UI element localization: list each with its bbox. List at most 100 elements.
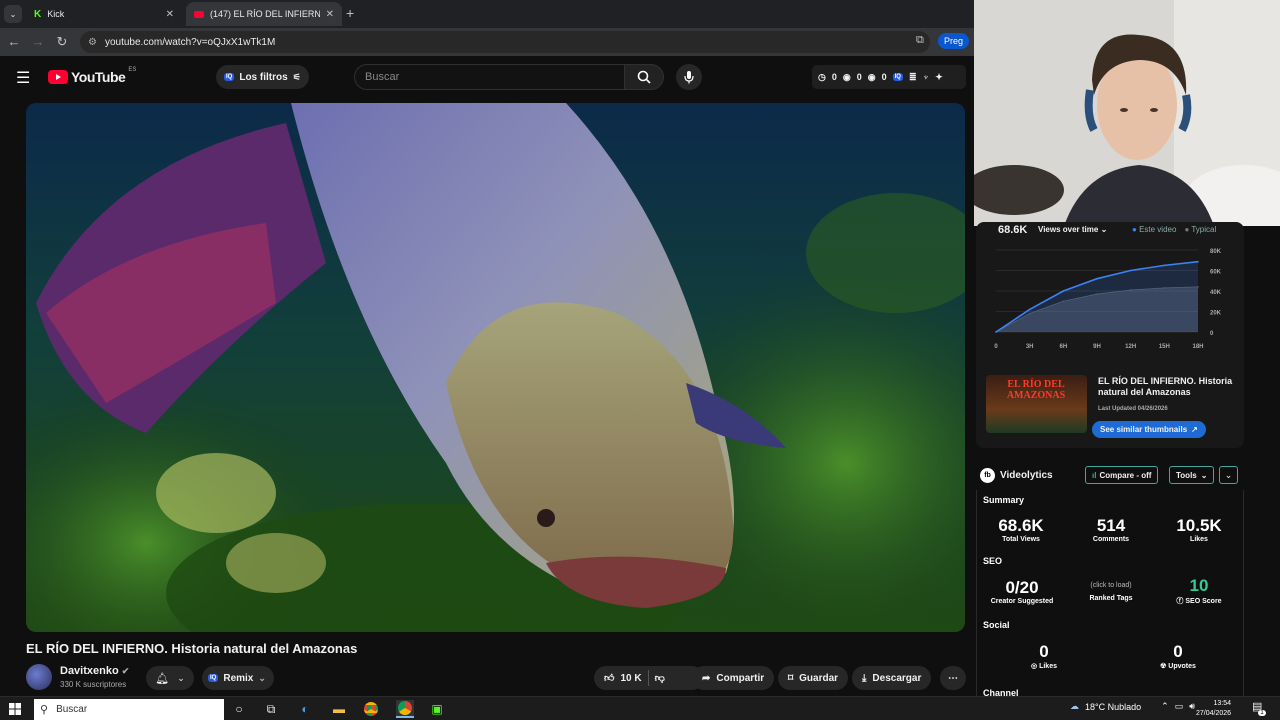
summary-stat: 10.5K Likes (1155, 516, 1243, 543)
series-area (996, 261, 1198, 332)
like-dislike-group: 👍︎ 10 K 👎︎ (594, 666, 704, 690)
list-icon[interactable]: ≣ (909, 72, 917, 83)
search-icon (637, 70, 651, 84)
network-icon[interactable]: ▭ (1175, 701, 1184, 712)
social-title: Social (983, 620, 1010, 630)
install-app-icon[interactable]: ⧉ (916, 34, 924, 47)
share-label: Compartir (716, 672, 765, 684)
channel-actions-row: Davitxenko ✔ 330 K suscriptores 🔔︎ ⌄ IQ R… (26, 662, 966, 692)
logo-text: YouTube (71, 69, 126, 85)
chrome-icon[interactable] (362, 700, 380, 718)
tab-label: (147) EL RÍO DEL INFIERNO. Hi (210, 9, 320, 19)
legend-typical: ● Typical (1184, 225, 1217, 234)
notification-count: 1 (1258, 710, 1266, 716)
counter-value: 0 (856, 72, 862, 82)
tab-list-chevron-icon[interactable]: ⌄ (4, 5, 22, 23)
tab-youtube[interactable]: (147) EL RÍO DEL INFIERNO. Hi ✕ (186, 2, 342, 26)
remix-label: Remix (223, 672, 254, 684)
edge-icon[interactable]: ◐ (296, 700, 314, 718)
url-bar[interactable]: ⚙ youtube.com/watch?v=oQJxX1wTk1M (80, 31, 930, 53)
taskbar-search-input[interactable]: ⚲ Buscar (34, 699, 224, 720)
new-tab-button[interactable]: + (346, 5, 354, 21)
thumbs-up-icon[interactable]: 👍︎ (604, 672, 614, 684)
voice-search-button[interactable] (676, 64, 702, 90)
similar-thumbnails-button[interactable]: See similar thumbnails ↗ (1092, 421, 1206, 438)
system-tray: ☁ 18°C Nublado ⌃ ▭ 🔊︎ (1070, 701, 1195, 712)
webcam-overlay (974, 0, 1280, 226)
cortana-icon[interactable]: ○ (230, 700, 248, 718)
windows-start-icon[interactable] (6, 700, 24, 718)
collapse-button[interactable]: ⌄ (1219, 466, 1238, 484)
stat-label: Likes (1039, 663, 1057, 670)
weather-text[interactable]: 18°C Nublado (1085, 702, 1141, 712)
youtube-header: ☰ YouTube ES IQ Los filtros ⚟ Buscar ◷ 0 … (0, 56, 974, 100)
address-toolbar: ← → ↻ ⚙ youtube.com/watch?v=oQJxX1wTk1M … (0, 28, 974, 56)
x-tick-label: 9H (1093, 344, 1101, 350)
close-tab-icon[interactable]: ✕ (326, 9, 334, 20)
stat-label: Likes (1190, 536, 1208, 543)
filters-button[interactable]: IQ Los filtros ⚟ (216, 65, 309, 89)
stat-value: 0 (1173, 642, 1183, 661)
legend-label: Typical (1191, 225, 1217, 234)
compare-toggle[interactable]: ıl Compare - off (1085, 466, 1159, 484)
seo-ranked-tags[interactable]: (click to load) Ranked Tags (1067, 582, 1155, 602)
share-button[interactable]: ➦ Compartir (692, 666, 775, 690)
youtube-play-icon (48, 70, 68, 84)
microphone-icon (684, 71, 694, 84)
legend-label: Este video (1139, 225, 1177, 234)
tools-dropdown[interactable]: Tools ⌄ (1169, 466, 1215, 484)
close-tab-icon[interactable]: ✕ (166, 9, 174, 20)
bar-chart-icon: ıl (1092, 470, 1097, 480)
stat-label: Upvotes (1168, 663, 1196, 670)
notifications-button[interactable]: 🔔︎ ⌄ (146, 666, 194, 690)
remix-button[interactable]: IQ Remix ⌄ (202, 666, 274, 690)
chevron-up-icon[interactable]: ⌃ (1161, 701, 1169, 712)
hamburger-menu-icon[interactable]: ☰ (16, 68, 30, 88)
reload-icon[interactable]: ↻ (54, 34, 70, 50)
data-point (1096, 277, 1098, 280)
views-range-dropdown[interactable]: Views over time ⌄ (1038, 225, 1107, 234)
iq-badge-icon[interactable]: IQ (892, 73, 903, 81)
click-to-load-hint: (click to load) (1090, 582, 1132, 589)
chevron-down-icon: ⌄ (1100, 225, 1108, 234)
like-count[interactable]: 10 K (620, 673, 641, 684)
views-total: 68.6K (998, 224, 1028, 236)
channel-name[interactable]: Davitxenko ✔ (60, 665, 129, 677)
back-icon[interactable]: ← (6, 34, 22, 49)
stat-label: SEO Score (1185, 598, 1222, 605)
x-tick-label: 6H (1059, 344, 1067, 350)
task-view-icon[interactable]: ⧉ (262, 700, 280, 718)
app-icon[interactable]: ▣ (428, 700, 446, 718)
thumbs-down-icon[interactable]: 👎︎ (655, 672, 665, 684)
channel-avatar[interactable] (26, 664, 52, 690)
video-thumbnail[interactable]: EL RÍO DEL AMAZONAS (986, 375, 1087, 433)
thumbnail-text: EL RÍO DEL AMAZONAS (1006, 379, 1066, 401)
youtube-logo[interactable]: YouTube ES (48, 67, 136, 85)
chrome-active-icon[interactable] (396, 700, 414, 718)
legend-this-video: ● Este video (1132, 225, 1177, 234)
weather-cloud-icon: ☁ (1070, 701, 1079, 711)
eye-icon: ◉ (867, 71, 876, 82)
upvote-icon: ☢ (1160, 663, 1167, 670)
download-button[interactable]: ⤓ Descargar (852, 666, 932, 690)
side-panel-button[interactable]: Preg (938, 33, 970, 49)
videolytics-logo-icon: fb (980, 468, 995, 483)
counter-value: 0 (881, 72, 887, 82)
volume-icon[interactable]: 🔊︎ (1189, 701, 1195, 712)
file-explorer-icon[interactable]: ▬ (330, 700, 348, 718)
notification-center-icon[interactable]: ▤1 (1252, 700, 1270, 716)
stat-value: 514 (1096, 516, 1126, 535)
video-player[interactable] (26, 103, 965, 632)
data-point (1028, 308, 1031, 311)
search-button[interactable] (624, 64, 664, 90)
save-button[interactable]: ⌑ Guardar (778, 666, 849, 690)
more-actions-button[interactable]: ⋯ (940, 666, 966, 690)
trophy-icon[interactable]: ♆ (923, 72, 930, 82)
site-info-icon[interactable]: ⚙ (88, 37, 97, 48)
forward-icon[interactable]: → (30, 34, 46, 49)
tab-kick[interactable]: K Kick ✕ (26, 2, 182, 26)
taskbar-clock[interactable]: 13:54 27/04/2026 (1196, 699, 1231, 719)
sparkle-icon[interactable]: ✦ (935, 72, 943, 83)
download-label: Descargar (872, 672, 922, 684)
search-input[interactable]: Buscar (354, 64, 624, 90)
